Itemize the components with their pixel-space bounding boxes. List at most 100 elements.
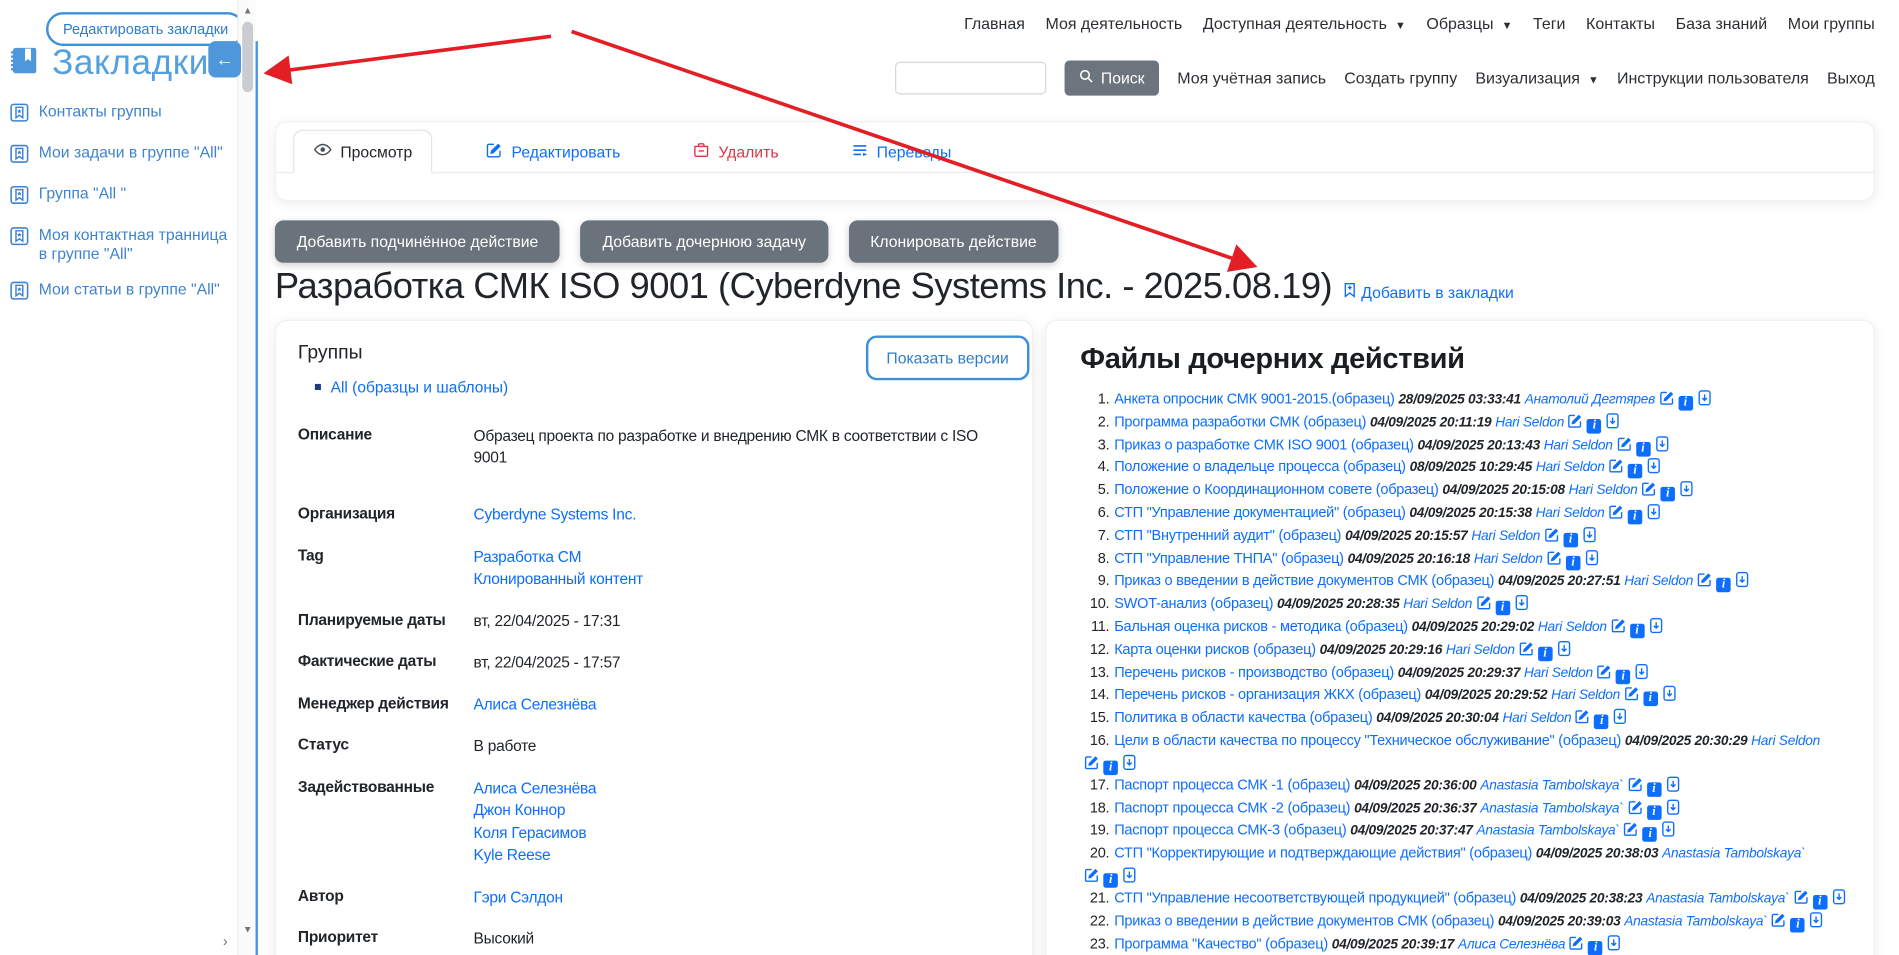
file-author[interactable]: Hari Seldon bbox=[1536, 461, 1605, 476]
info-icon[interactable]: i bbox=[1495, 601, 1510, 616]
bookmark-item[interactable]: Мои задачи в группе "All" bbox=[10, 143, 228, 168]
scroll-right-arrow-icon[interactable]: › bbox=[223, 933, 228, 950]
field-value-link[interactable]: Разработка СМ bbox=[474, 546, 643, 567]
file-link[interactable]: Перечень рисков - производство (образец) bbox=[1114, 663, 1394, 680]
file-link[interactable]: Бальная оценка рисков - методика (образе… bbox=[1114, 618, 1408, 635]
bookmark-item[interactable]: Мои статьи в группе "All" bbox=[10, 280, 228, 305]
action-button[interactable]: Клонировать действие bbox=[848, 220, 1058, 262]
tab-удалить[interactable]: Удалить bbox=[674, 132, 798, 172]
download-icon[interactable] bbox=[1578, 527, 1597, 544]
download-icon[interactable] bbox=[1805, 912, 1824, 929]
info-icon[interactable]: i bbox=[1791, 918, 1806, 933]
download-icon[interactable] bbox=[1118, 867, 1137, 884]
file-author[interactable]: Hari Seldon bbox=[1524, 666, 1593, 681]
edit-icon[interactable] bbox=[1543, 549, 1562, 566]
edit-icon[interactable] bbox=[1571, 709, 1590, 726]
file-link[interactable]: Положение о Координационном совете (обра… bbox=[1114, 481, 1438, 498]
download-icon[interactable] bbox=[1118, 754, 1137, 771]
user-nav-item[interactable]: Выход bbox=[1827, 69, 1875, 87]
info-icon[interactable]: i bbox=[1103, 760, 1118, 775]
file-author[interactable]: Hari Seldon bbox=[1569, 483, 1638, 498]
file-author[interactable]: Hari Seldon bbox=[1551, 688, 1620, 703]
file-author[interactable]: Hari Seldon bbox=[1495, 415, 1564, 430]
edit-icon[interactable] bbox=[1605, 458, 1624, 475]
user-nav-item[interactable]: Моя учётная запись bbox=[1177, 69, 1326, 87]
edit-icon[interactable] bbox=[1620, 686, 1639, 703]
edit-icon[interactable] bbox=[1620, 822, 1639, 839]
top-nav-item[interactable]: База знаний bbox=[1676, 15, 1768, 33]
file-author[interactable]: Hari Seldon bbox=[1403, 597, 1472, 612]
info-icon[interactable]: i bbox=[1647, 805, 1662, 820]
info-icon[interactable]: i bbox=[1630, 624, 1645, 639]
file-author[interactable]: Анатолий Дегтярев bbox=[1525, 392, 1655, 407]
file-link[interactable]: Программа "Качество" (образец) bbox=[1114, 934, 1328, 951]
file-author[interactable]: Hari Seldon bbox=[1751, 734, 1820, 749]
file-author[interactable]: Hari Seldon bbox=[1474, 552, 1543, 567]
file-link[interactable]: SWOT-анализ (образец) bbox=[1114, 595, 1273, 612]
edit-icon[interactable] bbox=[1693, 572, 1712, 589]
info-icon[interactable]: i bbox=[1627, 510, 1642, 525]
download-icon[interactable] bbox=[1580, 549, 1599, 566]
file-link[interactable]: Программа разработки СМК (образец) bbox=[1114, 413, 1366, 430]
top-nav-item[interactable]: Доступная деятельность ▼ bbox=[1203, 15, 1406, 33]
download-icon[interactable] bbox=[1731, 572, 1750, 589]
file-link[interactable]: Приказ о введении в действие документов … bbox=[1114, 912, 1494, 929]
info-icon[interactable]: i bbox=[1660, 487, 1675, 502]
file-link[interactable]: Перечень рисков - организация ЖКХ (образ… bbox=[1114, 686, 1421, 703]
action-button[interactable]: Добавить подчинённое действие bbox=[275, 220, 560, 262]
show-versions-button[interactable]: Показать версии bbox=[866, 335, 1030, 380]
download-icon[interactable] bbox=[1657, 822, 1676, 839]
tab-переводы[interactable]: Переводы bbox=[832, 132, 971, 172]
file-author[interactable]: Hari Seldon bbox=[1624, 575, 1693, 590]
edit-icon[interactable] bbox=[1768, 912, 1787, 929]
file-link[interactable]: Карта оценки рисков (образец) bbox=[1114, 640, 1316, 657]
download-icon[interactable] bbox=[1650, 436, 1669, 453]
edit-icon[interactable] bbox=[1604, 504, 1623, 521]
edit-icon[interactable] bbox=[1624, 799, 1643, 816]
file-author[interactable]: Anastasia Tambolskaya` bbox=[1477, 824, 1620, 839]
field-value-link[interactable]: Kyle Reese bbox=[474, 844, 597, 865]
info-icon[interactable]: i bbox=[1587, 419, 1602, 434]
download-icon[interactable] bbox=[1675, 481, 1694, 498]
download-icon[interactable] bbox=[1661, 799, 1680, 816]
file-author[interactable]: Anastasia Tambolskaya` bbox=[1662, 847, 1805, 862]
file-link[interactable]: Паспорт процесса СМК-3 (образец) bbox=[1114, 822, 1346, 839]
search-button[interactable]: Поиск bbox=[1065, 61, 1160, 96]
info-icon[interactable]: i bbox=[1628, 464, 1643, 479]
download-icon[interactable] bbox=[1827, 889, 1846, 906]
info-icon[interactable]: i bbox=[1588, 940, 1603, 955]
field-value-link[interactable]: Клонированный контент bbox=[474, 568, 643, 589]
download-icon[interactable] bbox=[1658, 686, 1677, 703]
file-link[interactable]: Приказ о разработке СМК ISO 9001 (образе… bbox=[1114, 436, 1414, 453]
info-icon[interactable]: i bbox=[1636, 442, 1651, 457]
edit-icon[interactable] bbox=[1080, 754, 1099, 771]
edit-icon[interactable] bbox=[1637, 481, 1656, 498]
edit-icon[interactable] bbox=[1472, 595, 1491, 612]
edit-icon[interactable] bbox=[1655, 390, 1674, 407]
info-icon[interactable]: i bbox=[1643, 828, 1658, 843]
download-icon[interactable] bbox=[1644, 618, 1663, 635]
info-icon[interactable]: i bbox=[1716, 578, 1731, 593]
info-icon[interactable]: i bbox=[1812, 895, 1827, 910]
bookmark-item[interactable]: Моя контактная транница в группе "All" bbox=[10, 225, 228, 264]
user-nav-item[interactable]: Создать группу bbox=[1344, 69, 1457, 87]
file-author[interactable]: Hari Seldon bbox=[1503, 711, 1572, 726]
edit-icon[interactable] bbox=[1624, 776, 1643, 793]
file-link[interactable]: Паспорт процесса СМК -2 (образец) bbox=[1114, 799, 1350, 816]
info-icon[interactable]: i bbox=[1643, 692, 1658, 707]
action-button[interactable]: Добавить дочернюю задачу bbox=[581, 220, 828, 262]
info-icon[interactable]: i bbox=[1616, 669, 1631, 684]
download-icon[interactable] bbox=[1630, 663, 1649, 680]
download-icon[interactable] bbox=[1642, 458, 1661, 475]
file-link[interactable]: Приказ о введении в действие документов … bbox=[1114, 572, 1494, 589]
group-link[interactable]: All (образцы и шаблоны) bbox=[331, 378, 509, 396]
sidebar-collapse-button[interactable]: ← bbox=[208, 41, 241, 77]
download-icon[interactable] bbox=[1603, 934, 1622, 951]
file-author[interactable]: Hari Seldon bbox=[1446, 643, 1515, 658]
top-nav-item[interactable]: Мои группы bbox=[1788, 15, 1875, 33]
file-link[interactable]: Положение о владельце процесса (образец) bbox=[1114, 458, 1406, 475]
info-icon[interactable]: i bbox=[1103, 873, 1118, 888]
field-value-link[interactable]: Коля Герасимов bbox=[474, 822, 597, 843]
info-icon[interactable]: i bbox=[1563, 533, 1578, 548]
file-author[interactable]: Anastasia Tambolskaya` bbox=[1646, 891, 1789, 906]
